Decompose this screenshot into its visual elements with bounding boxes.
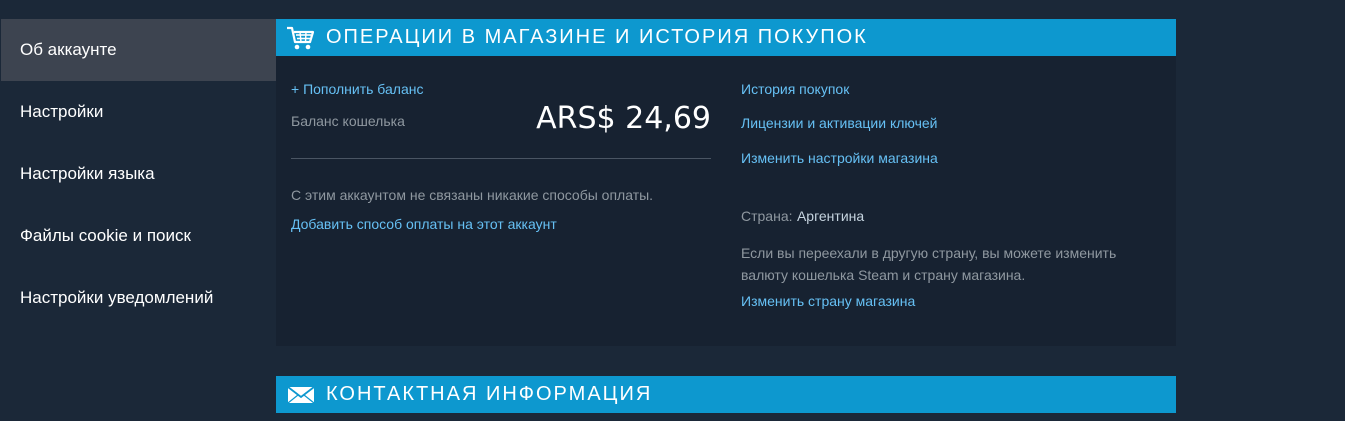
add-funds-link[interactable]: + Пополнить баланс <box>291 81 423 97</box>
contact-section-title: Контактная информация <box>326 383 653 405</box>
envelope-icon <box>286 382 316 408</box>
country-change-note: Если вы переехали в другую страну, вы мо… <box>741 245 1117 283</box>
sidebar-item-label: Об аккаунте <box>20 40 117 59</box>
wallet-balance-label: Баланс кошелька <box>291 113 405 129</box>
sidebar-item-label: Настройки языка <box>20 164 155 183</box>
store-panel: + Пополнить баланс Баланс кошелька ARS$ … <box>276 56 1176 346</box>
no-payment-text: С этим аккаунтом не связаны никакие спос… <box>291 187 654 203</box>
country-label: Страна: <box>741 208 793 224</box>
sidebar-item-label: Настройки <box>20 102 104 121</box>
sidebar-item-notifications[interactable]: Настройки уведомлений <box>0 267 276 329</box>
divider <box>291 158 711 159</box>
store-section-header: Операции в магазине и история покупок <box>276 19 1176 56</box>
sidebar-item-language[interactable]: Настройки языка <box>0 143 276 205</box>
cart-icon <box>286 25 316 51</box>
sidebar-item-label: Файлы cookie и поиск <box>20 226 191 245</box>
account-sidebar: Об аккаунте Настройки Настройки языка Фа… <box>0 19 276 329</box>
purchase-history-link[interactable]: История покупок <box>741 81 849 97</box>
sidebar-item-preferences[interactable]: Настройки <box>0 81 276 143</box>
add-payment-method-link[interactable]: Добавить способ оплаты на этот аккаунт <box>291 216 557 232</box>
wallet-balance-value: ARS$ 24,69 <box>536 101 711 136</box>
country-row: Страна: Аргентина <box>741 208 864 226</box>
change-country-link[interactable]: Изменить страну магазина <box>741 293 915 309</box>
country-value: Аргентина <box>796 208 865 224</box>
sidebar-item-account[interactable]: Об аккаунте <box>1 19 276 81</box>
store-section-title: Операции в магазине и история покупок <box>326 26 868 48</box>
store-preferences-link[interactable]: Изменить настройки магазина <box>741 150 938 166</box>
contact-section-header: Контактная информация <box>276 376 1176 413</box>
account-page: Об аккаунте Настройки Настройки языка Фа… <box>0 0 1345 421</box>
licenses-link[interactable]: Лицензии и активации ключей <box>741 115 938 131</box>
sidebar-item-cookies[interactable]: Файлы cookie и поиск <box>0 205 276 267</box>
sidebar-item-label: Настройки уведомлений <box>20 288 214 307</box>
